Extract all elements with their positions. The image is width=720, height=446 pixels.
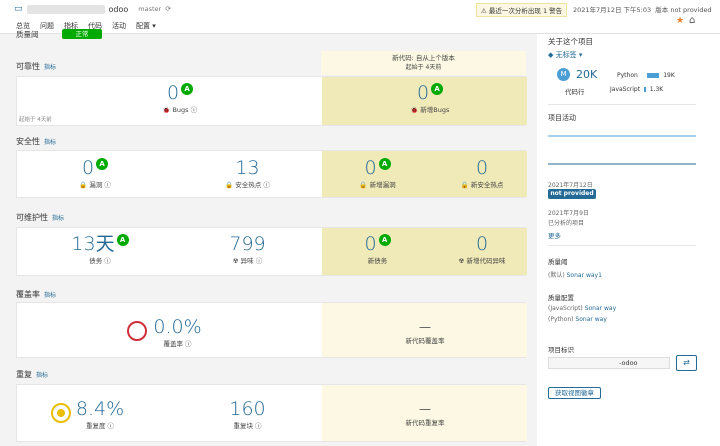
project-key-field[interactable]: -odoo	[548, 357, 670, 369]
new-duplication-metric[interactable]: — 新代码重复率	[390, 402, 460, 427]
help-icon: ⓘ	[255, 257, 263, 265]
project-activity-title: 项目活动	[548, 114, 576, 122]
reliability-title: 可靠性 指标	[16, 62, 57, 71]
branch-name[interactable]: master	[138, 5, 161, 13]
tab-administration[interactable]: 配置 ▾	[136, 21, 156, 31]
language-javascript: JavaScript 1.3K	[610, 86, 664, 93]
event-date-2: 2021年7月9日	[548, 210, 589, 217]
more-activity-link[interactable]: 更多	[548, 230, 561, 240]
hotspots-metric[interactable]: 13 🔒 安全热点 ⓘ	[220, 158, 275, 189]
help-icon: ⓘ	[185, 340, 192, 348]
new-bugs-rating[interactable]: A	[431, 83, 444, 95]
new-vulnerabilities-rating[interactable]: A	[378, 158, 391, 170]
new-code-smells-metric[interactable]: 0 ☢ 新增代码异味	[442, 234, 522, 265]
quality-gate-value: (默认) Sonar way1	[548, 272, 602, 279]
code-smells-metric[interactable]: 799 ☢ 异味 ⓘ	[220, 234, 275, 265]
duplication-density-metric[interactable]: 8.4% 重复度 ⓘ	[75, 399, 125, 430]
coverage-metric[interactable]: 0.0% 覆盖率 ⓘ	[150, 317, 205, 348]
duplications-title: 重复 指标	[16, 370, 49, 379]
about-title: 关于这个项目	[548, 37, 593, 46]
help-icon: ⓘ	[255, 422, 262, 430]
new-vulnerabilities-metric[interactable]: 0A 🔒 新增漏洞	[350, 158, 405, 189]
bugs-metric[interactable]: 0A 🐞 Bugs ⓘ	[150, 83, 210, 114]
debt-metric[interactable]: 13天 A 债务 ⓘ	[65, 234, 135, 265]
bug-icon: 🐞	[410, 107, 419, 114]
tags-dropdown[interactable]: ◆ 无标签 ▾	[548, 50, 582, 60]
quality-gate-section-title: 质量阈	[548, 258, 568, 266]
new-debt-rating[interactable]: A	[378, 234, 391, 246]
lock-icon: 🔒	[79, 181, 88, 189]
security-history-link[interactable]: 指标	[44, 139, 56, 146]
lock-icon: 🔒	[225, 181, 234, 189]
quality-gate-status: 正常	[62, 29, 102, 39]
favorite-star-icon[interactable]: ★	[676, 16, 684, 26]
redacted-org-name	[26, 4, 105, 14]
duplications-donut-icon	[51, 403, 71, 423]
lock-icon: 🔒	[460, 181, 469, 189]
event-description-2: 已分析的项目	[548, 220, 585, 227]
reliability-since: 起始于 4天前	[19, 117, 52, 123]
duplications-history-link[interactable]: 指标	[36, 372, 48, 379]
version-badge: not provided	[548, 189, 596, 199]
coverage-title: 覆盖率 指标	[16, 290, 57, 299]
lines-of-code-value[interactable]: 20K	[576, 68, 597, 81]
new-bugs-metric[interactable]: 0A 🐞 新增Bugs	[400, 83, 460, 114]
smell-icon: ☢	[232, 257, 239, 265]
quality-profile-js-link[interactable]: Sonar way	[585, 305, 616, 312]
help-icon: ⓘ	[104, 181, 111, 189]
divider	[548, 104, 696, 105]
project-key-title: 项目标识	[548, 346, 574, 354]
quality-profile-python: (Python) Sonar way	[548, 316, 607, 323]
project-name[interactable]: odoo	[109, 5, 129, 14]
reliability-history-link[interactable]: 指标	[44, 64, 56, 71]
maintainability-title: 可维护性 指标	[16, 213, 65, 222]
tab-issues[interactable]: 问题	[40, 21, 54, 31]
tag-icon: ◆	[548, 51, 554, 59]
quality-profile-python-link[interactable]: Sonar way	[575, 316, 606, 323]
tab-activity[interactable]: 活动	[112, 21, 126, 31]
divider	[548, 245, 696, 246]
activity-graph[interactable]	[548, 124, 696, 168]
help-icon: ⓘ	[263, 181, 270, 189]
smell-icon: ☢	[458, 257, 465, 265]
help-icon: ⓘ	[107, 422, 115, 430]
new-code-header: 新代码: 自从上个版本 起始于 4天前	[321, 51, 526, 75]
quality-gate-title: 质量阈	[16, 30, 39, 39]
debt-rating[interactable]: A	[116, 234, 129, 246]
quality-profile-js: (JavaScript) Sonar way	[548, 305, 617, 312]
analysis-date: 2021年7月12日 下午5:03 版本 not provided	[573, 6, 712, 14]
new-hotspots-metric[interactable]: 0 🔒 新安全热点	[452, 158, 512, 189]
new-debt-metric[interactable]: 0A 新债务	[350, 234, 405, 265]
branch-icon: ⟳	[165, 5, 172, 13]
quality-gate-link[interactable]: Sonar way1	[567, 272, 602, 279]
copy-icon[interactable]: ⇄	[676, 355, 697, 371]
bug-icon: 🐞	[162, 107, 171, 114]
security-title: 安全性 指标	[16, 137, 57, 146]
coverage-donut-icon	[127, 321, 147, 341]
home-icon[interactable]: ⌂	[689, 15, 695, 26]
vulnerabilities-rating[interactable]: A	[96, 158, 109, 170]
help-icon: ⓘ	[104, 257, 111, 265]
vulnerabilities-metric[interactable]: 0A 🔒 漏洞 ⓘ	[70, 158, 120, 189]
quality-profiles-title: 质量配置	[548, 294, 574, 302]
language-python: Python 19K	[617, 72, 675, 79]
help-icon: ⓘ	[190, 106, 198, 114]
lines-of-code-label: 代码行	[565, 88, 585, 96]
size-rating-badge: M	[557, 68, 570, 81]
coverage-history-link[interactable]: 指标	[44, 292, 56, 299]
duplicated-blocks-metric[interactable]: 160 重复块 ⓘ	[220, 399, 275, 430]
project-icon: ▭	[14, 4, 23, 14]
analysis-warning[interactable]: ⚠ 最近一次分析出现 1 警告	[476, 3, 568, 17]
project-breadcrumb: ▭ odoo master ⟳	[14, 4, 171, 14]
lock-icon: 🔒	[359, 181, 368, 189]
new-coverage-metric[interactable]: — 新代码覆盖率	[390, 320, 460, 345]
get-badges-button[interactable]: 获取视图徽章	[548, 387, 601, 399]
top-bar: ▭ odoo master ⟳ 总览 问题 指标 代码 活动 配置 ▾ ⚠ 最近…	[0, 0, 720, 34]
event-date-1: 2021年7月12日	[548, 182, 593, 189]
maintainability-history-link[interactable]: 指标	[52, 215, 64, 222]
bugs-rating[interactable]: A	[181, 83, 194, 95]
